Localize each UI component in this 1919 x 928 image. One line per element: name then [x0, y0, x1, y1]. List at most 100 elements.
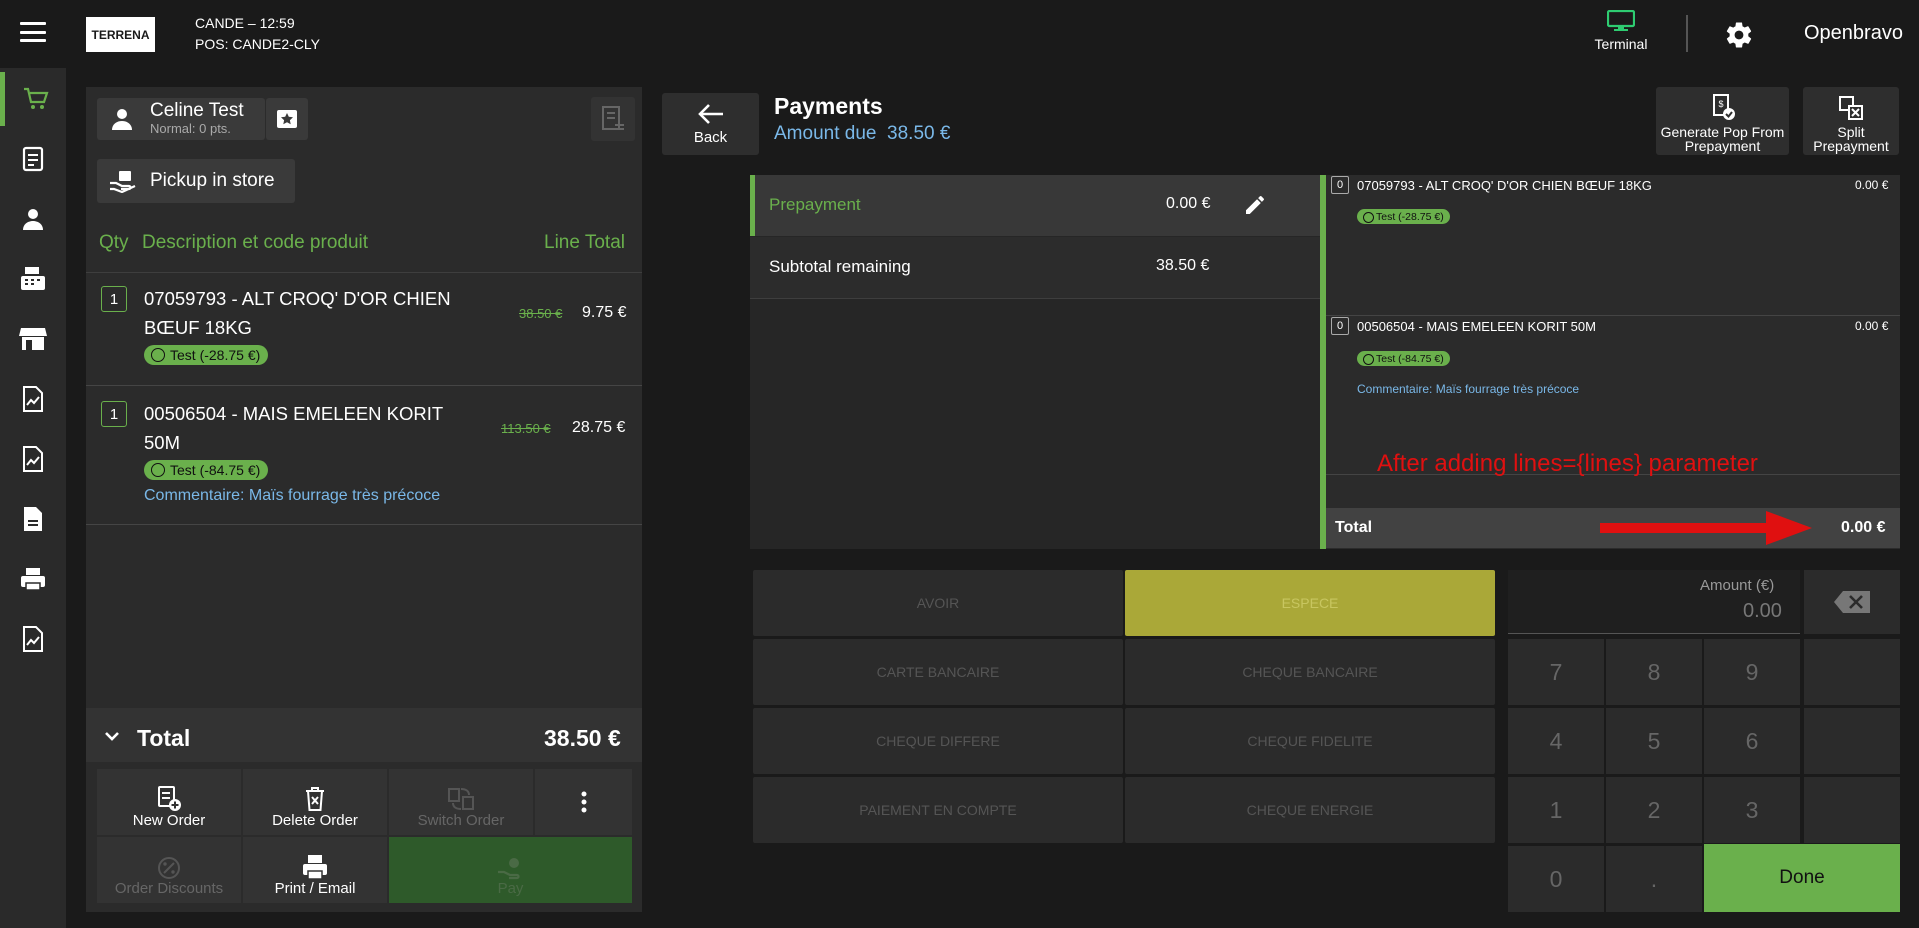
method-espece[interactable]: ESPECE	[1125, 570, 1495, 636]
cash-register-icon[interactable]	[0, 252, 66, 306]
print-email-label: Print / Email	[274, 880, 356, 897]
amount-value: 0.00	[1743, 600, 1782, 622]
key-6[interactable]: 6	[1704, 708, 1800, 774]
line-comment: Commentaire: Maïs fourrage très précoce	[144, 487, 441, 504]
customer-points: Normal: 0 pts.	[150, 121, 231, 136]
pickup-label: Pickup in store	[150, 170, 275, 191]
print-email-button[interactable]: Print / Email	[243, 837, 387, 903]
mini-line-value: 0.00 €	[1855, 319, 1889, 333]
new-order-icon	[158, 786, 181, 811]
amount-due: Amount due 38.50 €	[774, 123, 950, 145]
method-avoir[interactable]: AVOIR	[753, 570, 1123, 636]
column-description: Description et code produit	[142, 232, 369, 253]
prepayment-label: Prepayment	[769, 195, 861, 214]
left-nav	[0, 68, 66, 928]
order-discounts-label: Order Discounts	[114, 880, 224, 897]
report3-icon[interactable]	[0, 612, 66, 666]
mini-total-label: Total	[1335, 519, 1373, 536]
backspace-button[interactable]	[1804, 570, 1900, 634]
loyalty-star-button[interactable]	[266, 98, 308, 140]
customer-icon[interactable]	[0, 192, 66, 246]
chevron-down-icon[interactable]	[103, 727, 121, 745]
split-prepayment-button[interactable]: Split Prepayment	[1803, 87, 1899, 155]
payments-title: Payments	[774, 93, 883, 119]
method-cheque-bancaire[interactable]: CHEQUE BANCAIRE	[1125, 639, 1495, 705]
line-total: 28.75 €	[572, 419, 626, 436]
key-blank[interactable]	[1804, 639, 1900, 705]
store-icon[interactable]	[0, 312, 66, 366]
receipt-properties-button[interactable]	[591, 97, 635, 141]
company-logo: TERRENA	[86, 17, 155, 52]
back-button[interactable]: Back	[662, 93, 759, 155]
mini-line-description: 00506504 - MAIS EMELEEN KORIT 50M	[1357, 319, 1596, 334]
annotation-arrow-icon	[1600, 511, 1812, 545]
line-description: 00506504 - MAIS EMELEEN KORIT 50M	[144, 403, 443, 453]
trash-icon	[306, 787, 324, 811]
mini-line-description: 07059793 - ALT CROQ' D'OR CHIEN BŒUF 18K…	[1357, 178, 1652, 193]
key-0[interactable]: 0	[1508, 846, 1604, 912]
mini-line-qty: 0	[1331, 317, 1349, 335]
method-cheque-energie[interactable]: CHEQUE ENERGIE	[1125, 777, 1495, 843]
key-7[interactable]: 7	[1508, 639, 1604, 705]
line-description: 07059793 - ALT CROQ' D'OR CHIEN BŒUF 18K…	[144, 288, 451, 338]
method-cheque-fidelite[interactable]: CHEQUE FIDELITE	[1125, 708, 1495, 774]
pencil-icon[interactable]	[1243, 193, 1267, 217]
gear-icon[interactable]	[1724, 20, 1754, 50]
mini-promotion-badge: Test (-28.75 €)	[1357, 209, 1450, 224]
amount-due-label: Amount due	[774, 123, 877, 144]
pay-button[interactable]: Pay	[389, 837, 632, 903]
divider	[86, 524, 642, 525]
key-4[interactable]: 4	[1508, 708, 1604, 774]
mini-line-qty: 0	[1331, 176, 1349, 194]
total-label: Total	[137, 725, 191, 751]
key-blank[interactable]	[1804, 777, 1900, 843]
more-options-button[interactable]	[535, 769, 632, 835]
method-carte-bancaire[interactable]: CARTE BANCAIRE	[753, 639, 1123, 705]
report2-icon[interactable]	[0, 432, 66, 486]
done-button[interactable]: Done	[1704, 844, 1900, 912]
key-1[interactable]: 1	[1508, 777, 1604, 843]
switch-order-button[interactable]: Switch Order	[389, 769, 533, 835]
total-value: 38.50 €	[544, 725, 621, 751]
pickup-hand-icon	[110, 171, 136, 193]
discount-icon	[158, 857, 180, 879]
method-cheque-differe[interactable]: CHEQUE DIFFERE	[753, 708, 1123, 774]
key-2[interactable]: 2	[1606, 777, 1702, 843]
key-3[interactable]: 3	[1704, 777, 1800, 843]
subtotal-label: Subtotal remaining	[769, 257, 911, 276]
user-menu[interactable]: Openbravo	[1804, 22, 1903, 45]
receipts-icon[interactable]	[0, 132, 66, 186]
order-discounts-button[interactable]: Order Discounts	[97, 837, 241, 903]
delete-order-button[interactable]: Delete Order	[243, 769, 387, 835]
new-order-button[interactable]: New Order	[97, 769, 241, 835]
key-blank[interactable]	[1804, 708, 1900, 774]
column-line-total: Line Total	[544, 232, 625, 253]
generate-pop-button[interactable]: $ Generate Pop From Prepayment	[1656, 87, 1789, 155]
print-icon	[303, 855, 327, 880]
new-order-label: New Order	[132, 812, 206, 829]
method-paiement-en-compte[interactable]: PAIEMENT EN COMPTE	[753, 777, 1123, 843]
subtotal-value: 38.50 €	[1156, 257, 1210, 274]
monitor-icon	[1606, 9, 1636, 32]
store-info: CANDE – 12:59 POS: CANDE2-CLY	[195, 13, 320, 55]
customer-avatar-icon	[112, 109, 132, 130]
pos-name: POS: CANDE2-CLY	[195, 36, 320, 52]
cart-icon[interactable]	[0, 72, 66, 126]
printer-icon[interactable]	[0, 552, 66, 606]
report-icon[interactable]	[0, 372, 66, 426]
mini-line-comment: Commentaire: Maïs fourrage très précoce	[1357, 382, 1580, 396]
key-8[interactable]: 8	[1606, 639, 1702, 705]
mini-promotion-badge: Test (-84.75 €)	[1357, 351, 1450, 366]
line-qty: 1	[101, 401, 127, 427]
delete-order-label: Delete Order	[272, 812, 358, 829]
backspace-icon	[1834, 591, 1870, 613]
terminal-status[interactable]: Terminal	[1582, 9, 1660, 52]
key-decimal[interactable]: .	[1606, 846, 1702, 912]
line-original-price: 38.50 €	[519, 306, 563, 321]
header-divider	[1686, 15, 1688, 52]
hamburger-menu-icon[interactable]	[20, 22, 46, 42]
store-time: CANDE – 12:59	[195, 15, 295, 31]
key-5[interactable]: 5	[1606, 708, 1702, 774]
document-icon[interactable]	[0, 492, 66, 546]
key-9[interactable]: 9	[1704, 639, 1800, 705]
